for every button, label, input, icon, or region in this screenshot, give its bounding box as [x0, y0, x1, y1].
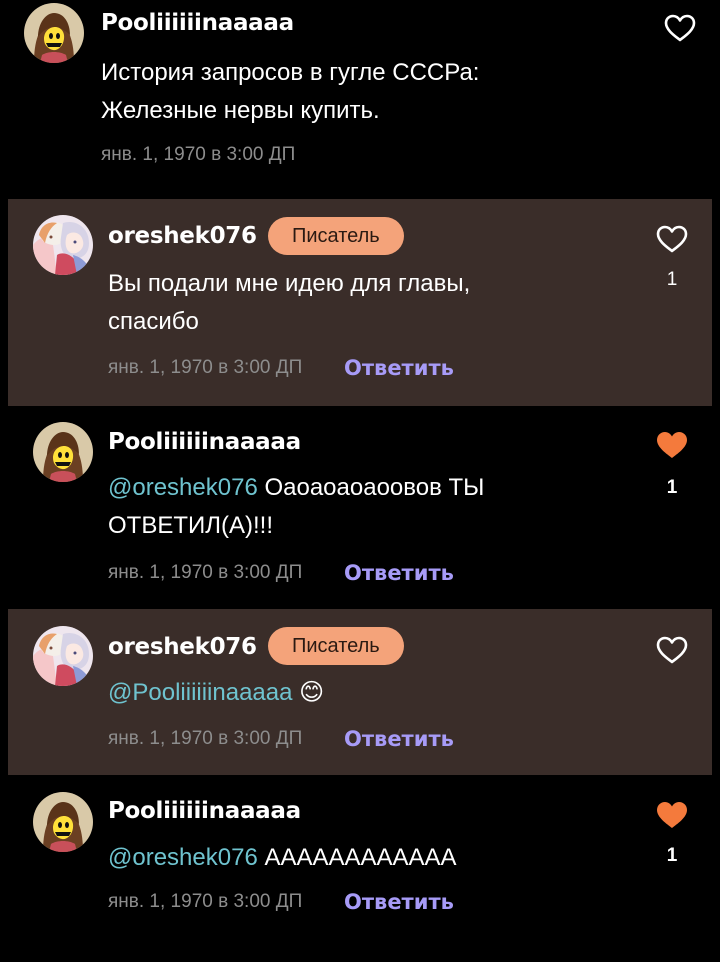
liked-heart-icon[interactable] — [655, 800, 689, 830]
comment-timestamp: янв. 1, 1970 в 3:00 ДП — [108, 891, 303, 912]
comment-reply-item: oreshek076 Писатель @Pooliiiiiinaaaaa 😊 … — [8, 609, 712, 775]
yellow-character-avatar-icon — [33, 792, 93, 852]
comment-text: История запросов в гугле СССРа: Железные… — [101, 59, 480, 124]
reply-button[interactable]: Ответить — [344, 727, 454, 751]
comment-text: @Pooliiiiiinaaaaa 😊 — [108, 674, 324, 712]
yellow-character-avatar-icon — [33, 422, 93, 482]
like-count: 1 — [666, 269, 678, 290]
liked-heart-icon[interactable] — [655, 430, 689, 460]
reply-button[interactable]: Ответить — [344, 561, 454, 585]
like-heart-icon[interactable] — [663, 13, 697, 43]
comment-reply-item: oreshek076 Писатель Вы подали мне идею д… — [8, 199, 712, 406]
comment-username[interactable]: Pooliiiiiinaaaaa — [108, 798, 301, 824]
comment-username[interactable]: oreshek076 — [108, 223, 257, 249]
avatar[interactable] — [24, 3, 84, 63]
mention-link[interactable]: @oreshek076 — [108, 474, 258, 501]
comment-text: @oreshek076 АААААААААААА — [108, 844, 457, 871]
comment-text: Вы подали мне идею для главы, спасибо — [108, 270, 471, 335]
like-count: 1 — [666, 845, 678, 866]
mention-link[interactable]: @oreshek076 — [108, 844, 258, 871]
comment-timestamp: янв. 1, 1970 в 3:00 ДП — [108, 562, 303, 583]
like-heart-icon[interactable] — [655, 224, 689, 254]
writer-badge: Писатель — [268, 217, 404, 255]
anime-couple-avatar-icon — [33, 215, 93, 275]
comment-timestamp: янв. 1, 1970 в 3:00 ДП — [101, 144, 296, 165]
reply-button[interactable]: Ответить — [344, 890, 454, 914]
avatar[interactable] — [33, 215, 93, 275]
avatar[interactable] — [33, 792, 93, 852]
anime-couple-avatar-icon — [33, 626, 93, 686]
like-heart-icon[interactable] — [655, 635, 689, 665]
comment-reply-item: Pooliiiiiinaaaaa @oreshek076 ААААААААААА… — [0, 775, 720, 962]
comment-item: Pooliiiiiinaaaaa История запросов в гугл… — [0, 0, 720, 196]
comment-text: @oreshek076 Оаоаоаоаоовов ТЫ ОТВЕТИЛ(А)!… — [108, 474, 485, 539]
mention-link[interactable]: @Pooliiiiiinaaaaa — [108, 679, 292, 706]
avatar[interactable] — [33, 626, 93, 686]
like-count: 1 — [666, 477, 678, 498]
avatar[interactable] — [33, 422, 93, 482]
comment-username[interactable]: oreshek076 — [108, 634, 257, 660]
writer-badge: Писатель — [268, 627, 404, 665]
comment-reply-item: Pooliiiiiinaaaaa @oreshek076 Оаоаоаоаоов… — [0, 406, 720, 609]
comment-username[interactable]: Pooliiiiiinaaaaa — [108, 429, 301, 455]
comment-timestamp: янв. 1, 1970 в 3:00 ДП — [108, 728, 303, 749]
yellow-character-avatar-icon — [24, 3, 84, 63]
reply-button[interactable]: Ответить — [344, 356, 454, 380]
smile-emoji: 😊 — [299, 679, 325, 706]
comment-username[interactable]: Pooliiiiiinaaaaa — [101, 10, 294, 36]
comment-timestamp: янв. 1, 1970 в 3:00 ДП — [108, 357, 303, 378]
